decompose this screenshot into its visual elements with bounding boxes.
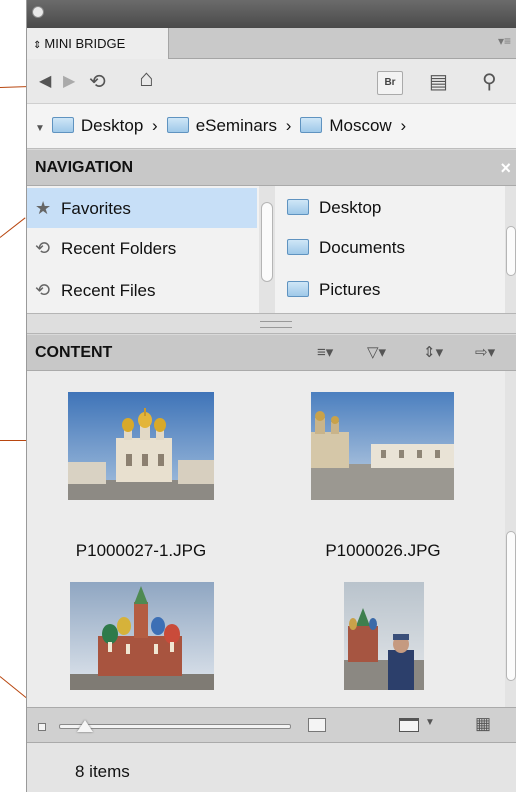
folder-icon	[166, 117, 189, 133]
basil-cathedral-photo-icon	[70, 582, 214, 690]
folder-icon	[287, 199, 309, 215]
folder-icon	[287, 239, 309, 255]
item-count: 8 items	[75, 762, 130, 781]
nav-item-recent-files[interactable]: ⟲ Recent Files	[27, 270, 257, 310]
navigation-pane: ★ Favorites ⟲ Recent Folders ⟲ Recent Files…	[27, 186, 516, 313]
large-thumbnail-icon	[308, 718, 326, 732]
search-icon[interactable]: ⚲	[482, 69, 497, 94]
recent-icon[interactable]: ⟲	[89, 69, 106, 94]
recent-folders-icon: ⟲	[35, 238, 51, 258]
status-bar: 8 items	[27, 743, 516, 792]
folder-icon	[287, 281, 309, 297]
nav-item-recent-folders[interactable]: ⟲ Recent Folders	[27, 228, 257, 268]
content-bottom-bar: ▼ ▦	[27, 707, 516, 743]
bridge-button[interactable]: Br	[377, 71, 403, 95]
square-photo-icon	[311, 392, 454, 500]
sort-order-icon[interactable]: ⇕▾	[423, 335, 443, 371]
tab-label: MINI BRIDGE	[44, 36, 126, 51]
scroll-thumb[interactable]	[506, 226, 516, 276]
thumbnail-image[interactable]	[70, 582, 214, 690]
tools-icon[interactable]: ⇨▾	[475, 335, 495, 371]
small-thumbnail-icon	[38, 723, 46, 731]
folder-label: Documents	[319, 238, 405, 257]
pane-splitter[interactable]	[27, 313, 516, 334]
thumbnail-image[interactable]	[68, 392, 214, 500]
recent-files-icon: ⟲	[35, 280, 51, 300]
callout-line-navigation	[0, 217, 26, 238]
content-title: CONTENT	[35, 344, 113, 361]
breadcrumb: ▼ Desktop › eSeminars › Moscow ›	[27, 103, 516, 149]
nav-item-favorites[interactable]: ★ Favorites	[27, 188, 257, 228]
home-icon[interactable]: ⌂	[139, 65, 154, 93]
folder-label: Pictures	[319, 280, 381, 299]
star-icon: ★	[35, 198, 52, 218]
callout-line-bottombar	[0, 676, 27, 699]
nav-item-label: Recent Files	[61, 281, 156, 300]
chevron-right-icon[interactable]: ›	[152, 116, 158, 135]
chevron-right-icon[interactable]: ›	[286, 116, 292, 135]
tab-mini-bridge[interactable]: ⇕ MINI BRIDGE	[27, 28, 169, 59]
breadcrumb-item[interactable]: eSeminars	[196, 116, 277, 135]
thumbnail-image[interactable]	[344, 582, 424, 690]
folder-item-desktop[interactable]: Desktop	[287, 188, 487, 228]
chevron-down-icon[interactable]: ▼	[425, 717, 435, 728]
panel-tab-row: ⇕ MINI BRIDGE ▾≡	[27, 28, 516, 59]
splitter-grip[interactable]	[260, 321, 292, 328]
thumbnail-size-slider[interactable]	[59, 724, 291, 729]
filter-icon[interactable]: ▽▾	[367, 335, 386, 371]
nav-item-label: Recent Folders	[61, 239, 177, 258]
tab-arrows-icon: ⇕	[33, 40, 42, 51]
navigation-toolbar: ◀ ▶ ⟲ ⌂ Br ▤ ⚲	[27, 59, 516, 103]
forward-icon[interactable]: ▶	[63, 71, 75, 91]
close-knob-icon[interactable]	[32, 6, 44, 18]
mini-bridge-panel: ⇕ MINI BRIDGE ▾≡ ◀ ▶ ⟲ ⌂ Br ▤ ⚲ ▼ Desktop …	[26, 0, 516, 792]
content-header: CONTENT ≡▾ ▽▾ ⇕▾ ⇨▾	[27, 335, 516, 371]
thumbnail-caption: P1000027-1.JPG	[75, 541, 207, 560]
back-icon[interactable]: ◀	[39, 71, 51, 91]
breadcrumb-item[interactable]: Desktop	[81, 116, 143, 135]
view-icon[interactable]: ▤	[429, 69, 448, 94]
favorites-scrollbar[interactable]	[259, 186, 275, 313]
chevron-right-icon[interactable]: ›	[400, 116, 406, 135]
panel-titlebar	[27, 0, 516, 28]
folder-item-pictures[interactable]: Pictures	[287, 270, 487, 310]
breadcrumb-item[interactable]: Moscow	[329, 116, 391, 135]
view-mode-icon[interactable]	[399, 718, 419, 732]
cathedral-photo-icon	[68, 392, 214, 500]
sort-icon[interactable]: ≡▾	[317, 335, 333, 371]
navigation-title: NAVIGATION	[35, 159, 134, 176]
folder-item-documents[interactable]: Documents	[287, 228, 487, 268]
folder-icon	[300, 117, 323, 133]
scroll-thumb[interactable]	[506, 531, 516, 681]
portrait-photo-icon	[344, 582, 424, 690]
folder-icon	[51, 117, 74, 133]
nav-item-label: Favorites	[61, 199, 131, 218]
scroll-thumb[interactable]	[261, 202, 273, 282]
close-icon[interactable]: ×	[500, 150, 511, 186]
thumbnail-image[interactable]	[311, 392, 454, 500]
content-grid: P1000027-1.JPG P1000026.JPG	[27, 371, 516, 707]
path-expand-icon[interactable]: ▼	[35, 123, 45, 134]
folder-label: Desktop	[319, 198, 382, 217]
panel-menu-icon[interactable]: ▾≡	[498, 34, 511, 48]
grid-view-icon[interactable]: ▦	[475, 714, 491, 734]
thumbnail-caption: P1000026.JPG	[325, 541, 441, 560]
slider-thumb[interactable]	[77, 720, 93, 732]
navigation-header: NAVIGATION ×	[27, 150, 516, 186]
folders-scrollbar[interactable]	[505, 186, 516, 313]
content-scrollbar[interactable]	[505, 371, 516, 707]
